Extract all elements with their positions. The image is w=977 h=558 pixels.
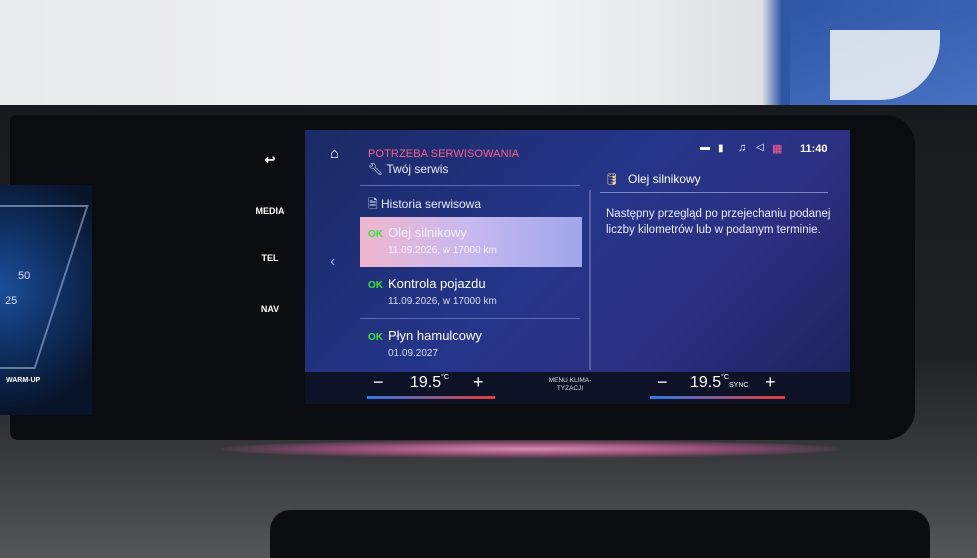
phone-icon: ▮ bbox=[718, 143, 724, 154]
clock: 11:40 bbox=[800, 143, 828, 155]
wrench-icon: 🔧︎ bbox=[368, 162, 384, 176]
menu-historia[interactable]: 🗎︎ Historia serwisowa bbox=[368, 195, 481, 216]
menu-twoj-serwis-label: Twój serwis bbox=[386, 162, 449, 176]
item-subtitle: 01.09.2027 bbox=[388, 348, 439, 359]
background-banner bbox=[790, 10, 977, 110]
item-title: Płyn hamulcowy bbox=[388, 328, 482, 343]
item-subtitle: 11.09.2026, w 17000 km bbox=[388, 245, 497, 256]
climate-menu-button[interactable]: MENU KLIMA- TYZACJI bbox=[540, 377, 600, 393]
ok-badge: OK bbox=[368, 332, 383, 343]
oil-can-icon: 🛢︎ bbox=[604, 172, 620, 186]
chevron-left-icon[interactable]: ‹ bbox=[330, 253, 335, 271]
detail-divider bbox=[600, 192, 828, 193]
sync-label: SYNC bbox=[729, 382, 749, 389]
side-buttons: ↩ MEDIA TEL NAV bbox=[250, 140, 290, 340]
detail-title: Olej silnikowy bbox=[628, 172, 701, 186]
nav-button[interactable]: NAV bbox=[250, 304, 290, 314]
menu-historia-label: Historia serwisowa bbox=[381, 197, 482, 211]
climate-menu-line1: MENU KLIMA- bbox=[548, 377, 592, 384]
menu-twoj-serwis[interactable]: 🔧︎ Twój serwis bbox=[368, 162, 448, 176]
left-temp-value: 19.5 bbox=[410, 374, 442, 391]
service-list: POTRZEBA SERWISOWANIA 🔧︎ Twój serwis 🗎︎ … bbox=[360, 140, 586, 372]
ambient-light bbox=[220, 440, 840, 458]
right-temp-unit: °C bbox=[721, 374, 729, 381]
right-temp-bar bbox=[650, 396, 785, 399]
gauge-label-25: 25 bbox=[5, 295, 18, 307]
divider bbox=[360, 185, 580, 186]
calendar-icon: ▦ bbox=[772, 143, 783, 155]
right-temp-plus-button[interactable]: + bbox=[765, 372, 776, 393]
item-title: Kontrola pojazdu bbox=[388, 276, 486, 291]
minus-indicator-icon: ▬ bbox=[700, 142, 710, 153]
left-temp: 19.5°C bbox=[410, 374, 449, 392]
left-temp-bar bbox=[367, 396, 495, 399]
tel-button[interactable]: TEL bbox=[250, 253, 290, 263]
right-temp: 19.5°CSYNC bbox=[690, 374, 748, 392]
music-icon: ♫ bbox=[738, 142, 747, 154]
back-return-icon[interactable]: ↩ bbox=[250, 152, 290, 168]
air-vent bbox=[270, 510, 930, 558]
gauge-label-50: 50 bbox=[18, 270, 31, 282]
instrument-cluster: 50 25 WARM-UP bbox=[0, 185, 92, 415]
page-title: POTRZEBA SERWISOWANIA bbox=[368, 148, 520, 160]
history-icon: 🗎︎ bbox=[368, 197, 378, 211]
ok-badge: OK bbox=[368, 280, 383, 291]
gauge-arc bbox=[0, 205, 89, 369]
home-icon[interactable]: ⌂ bbox=[330, 145, 346, 162]
detail-text: Następny przegląd po przejechaniu podane… bbox=[606, 208, 831, 236]
left-temp-minus-button[interactable]: − bbox=[373, 372, 384, 393]
status-bar: ▬ ▮ ♫ ◁ ▦ 11:40 bbox=[700, 140, 845, 160]
scrollbar[interactable] bbox=[589, 190, 591, 370]
divider bbox=[360, 318, 580, 319]
left-temp-plus-button[interactable]: + bbox=[473, 372, 484, 393]
right-temp-value: 19.5 bbox=[690, 374, 722, 391]
list-item-plyn[interactable]: OK Płyn hamulcowy 01.09.2027 bbox=[360, 320, 582, 370]
climate-menu-line2: TYZACJI bbox=[556, 385, 584, 392]
list-item-olej[interactable]: OK Olej silnikowy 11.09.2026, w 17000 km bbox=[360, 217, 582, 267]
list-item-kontrola[interactable]: OK Kontrola pojazdu 11.09.2026, w 17000 … bbox=[360, 268, 582, 318]
ok-badge: OK bbox=[368, 229, 383, 240]
media-button[interactable]: MEDIA bbox=[250, 206, 290, 216]
left-temp-unit: °C bbox=[441, 374, 449, 381]
climate-bar: − 19.5°C + MENU KLIMA- TYZACJI − 19.5°CS… bbox=[305, 372, 850, 404]
volume-icon: ◁ bbox=[756, 142, 764, 153]
item-title: Olej silnikowy bbox=[388, 225, 467, 240]
warmup-label: WARM-UP bbox=[6, 377, 41, 384]
right-temp-minus-button[interactable]: − bbox=[657, 372, 668, 393]
item-subtitle: 11.09.2026, w 17000 km bbox=[388, 296, 497, 307]
